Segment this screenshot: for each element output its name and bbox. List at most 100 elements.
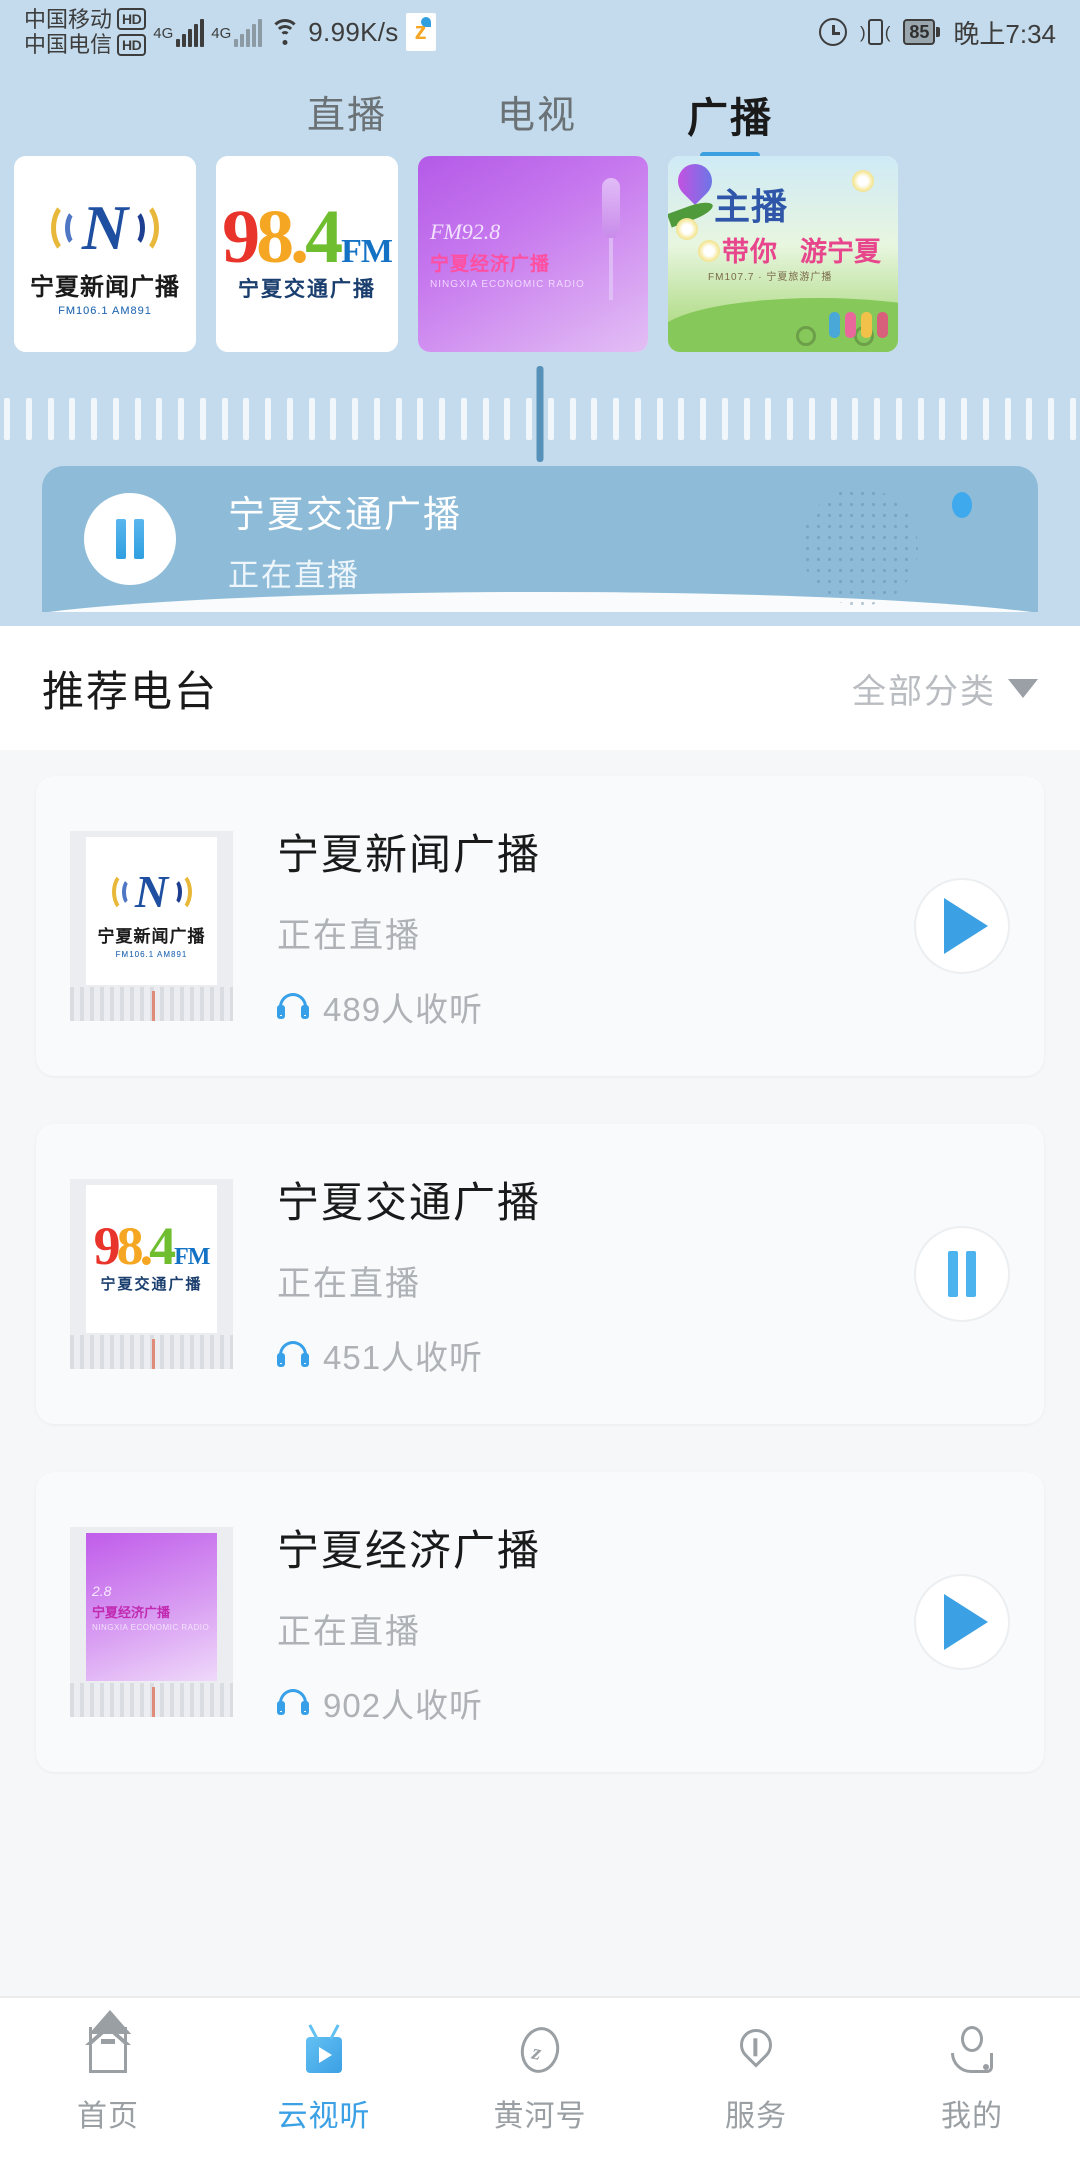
bottom-navigation: 首页 云视听 z 黄河号 服务 我的 [0,1996,1080,2160]
station-info: 宁夏经济广播 正在直播 902人收听 [277,1517,914,1727]
economic-radio-logo: FM92.8 宁夏经济广播 NINGXIA ECONOMIC RADIO [418,156,648,352]
listener-stat: 902人收听 [277,1679,914,1727]
freq-fm-label: FM [174,1243,210,1270]
player-pause-button[interactable] [84,493,176,585]
tab-radio-label: 广播 [687,95,774,141]
listener-count: 451人收听 [323,1339,484,1376]
nav-item-home[interactable]: 首页 [0,2023,216,2135]
heart-logo-icon [670,156,720,206]
tab-live[interactable]: 直播 [307,84,387,154]
economic-cn-text: 宁夏经济广播 [92,1604,171,1620]
table-row[interactable]: N 宁夏新闻广播 FM106.1 AM891 宁夏新闻广播 正在直播 489人收… [36,776,1044,1076]
tab-radio[interactable]: 广播 [687,84,773,159]
tuner-dial[interactable] [0,362,1080,466]
table-row[interactable]: 2.8 宁夏经济广播 NINGXIA ECONOMIC RADIO 宁夏经济广播… [36,1472,1044,1772]
station-name: 宁夏新闻广播 [277,831,542,878]
signal-bars-icon-1 [176,17,205,47]
carrier-2-hd-badge: HD [117,33,147,56]
tuner-needle[interactable] [536,366,544,462]
station-list: N 宁夏新闻广播 FM106.1 AM891 宁夏新闻广播 正在直播 489人收… [0,750,1080,1996]
huanghe-icon: z [513,2023,567,2077]
freq-dot: . [139,1215,153,1276]
station-carousel[interactable]: N 宁夏新闻广播 FM106.1 AM891 9 8 . 4 FM 宁夏交通广播… [0,156,1080,362]
flower-icon [852,170,874,192]
tab-live-indicator [317,147,377,154]
headphone-icon [277,993,309,1021]
hero-section: 直播 电视 广播 N 宁夏新闻广播 FM106.1 AM891 9 8 . 4 … [0,64,1080,626]
listener-count: 489人收听 [323,991,484,1028]
flower-icon [698,240,720,262]
nav-item-profile[interactable]: 我的 [864,2023,1080,2135]
pause-icon [948,1251,958,1297]
carrier-1-hd-badge: HD [117,8,147,31]
tab-live-label: 直播 [306,95,387,137]
tab-tv-label: 电视 [497,95,578,137]
news-logo-letter: N [134,865,169,917]
freq-fm-label: FM [341,232,393,270]
thumbnail-marker [151,991,155,1021]
freq-digit-9: 9 [93,1215,121,1276]
headphone-icon [277,1689,309,1717]
now-playing-bar[interactable]: 宁夏交通广播 正在直播 [42,466,1038,612]
freq-digit-9: 9 [222,194,260,279]
economic-cn-text: 宁夏经济广播 [430,253,551,275]
led-indicator-icon [952,492,972,518]
station-thumbnail: N 宁夏新闻广播 FM106.1 AM891 [70,831,233,1021]
app-screen: 中国移动 HD 中国电信 HD 4G 4G 9.99K/s z) (85 晚… [0,0,1080,2160]
carousel-card-traffic[interactable]: 9 8 . 4 FM 宁夏交通广播 [216,156,398,352]
nav-item-cloud-tv[interactable]: 云视听 [216,2023,432,2135]
nav-item-cloud-tv-label: 云视听 [277,2100,371,2133]
user-icon [945,2023,999,2077]
station-status: 正在直播 [277,917,421,955]
nav-item-profile-label: 我的 [941,2100,1003,2133]
carousel-card-travel[interactable]: 主播 带你 游宁夏 FM107.7 · 宁夏旅游广播 [668,156,898,352]
economic-en-text: NINGXIA ECONOMIC RADIO [430,278,585,290]
person-figure [877,312,888,338]
nav-item-service-label: 服务 [725,2100,787,2133]
traffic-radio-logo: 9 8 . 4 FM 宁夏交通广播 [216,156,398,352]
play-icon [944,898,988,954]
alarm-icon [819,18,848,46]
station-thumbnail: 2.8 宁夏经济广播 NINGXIA ECONOMIC RADIO [70,1527,233,1717]
listener-count: 902人收听 [323,1687,484,1724]
network-type-1: 4G [153,25,174,42]
station-info: 宁夏新闻广播 正在直播 489人收听 [277,821,914,1031]
station-pause-button[interactable] [914,1226,1010,1322]
news-logo-sub: FM106.1 AM891 [115,949,188,959]
speaker-grille-icon [802,488,918,606]
signal-bars-icon-2 [234,17,263,47]
traffic-logo-cn: 宁夏交通广播 [238,278,376,302]
category-filter-dropdown[interactable]: 全部分类 [852,664,1038,713]
signal-2: 4G [211,17,263,47]
home-icon [81,2023,135,2077]
carousel-card-news[interactable]: N 宁夏新闻广播 FM106.1 AM891 [14,156,196,352]
person-figure [829,312,840,338]
freq-dot: . [290,194,309,279]
nav-item-service[interactable]: 服务 [648,2022,864,2135]
station-play-button[interactable] [914,1574,1010,1670]
listener-stat: 451人收听 [277,1331,914,1379]
traffic-radio-logo: 9 8 . 4 FM 宁夏交通广播 [86,1185,217,1333]
travel-main-text: 主播 [714,187,789,227]
carousel-card-economic[interactable]: FM92.8 宁夏经济广播 NINGXIA ECONOMIC RADIO [418,156,648,352]
thumbnail-marker [151,1687,155,1717]
battery-indicator: 85 [903,19,941,45]
top-tab-bar: 直播 电视 广播 [0,64,1080,159]
status-bar: 中国移动 HD 中国电信 HD 4G 4G 9.99K/s z) (85 晚… [0,0,1080,64]
station-name: 宁夏交通广播 [277,1179,542,1226]
freq-digit-8: 8 [116,1215,144,1276]
station-play-button[interactable] [914,878,1010,974]
nav-item-huanghe[interactable]: z 黄河号 [432,2023,648,2135]
news-logo-letter: N [81,192,129,263]
clock: 晚上7:34 [953,18,1056,49]
news-radio-logo: N 宁夏新闻广播 FM106.1 AM891 [86,837,217,985]
battery-level: 85 [903,19,936,45]
ningxia-app-icon: z [405,13,436,51]
economic-radio-logo: 2.8 宁夏经济广播 NINGXIA ECONOMIC RADIO [86,1533,217,1681]
table-row[interactable]: 9 8 . 4 FM 宁夏交通广播 宁夏交通广播 正在直播 451人收听 [36,1124,1044,1424]
station-status: 正在直播 [277,1265,421,1303]
now-playing-status: 正在直播 [228,557,360,593]
freq-digit-4: 4 [305,194,343,279]
network-type-2: 4G [211,25,232,42]
tab-tv[interactable]: 电视 [497,84,577,154]
